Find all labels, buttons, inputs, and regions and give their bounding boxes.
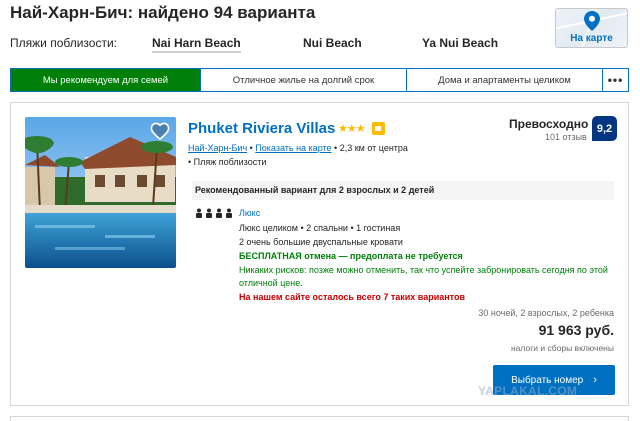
beach-nearby-line: • Пляж поблизости [188, 157, 266, 167]
nearby-beaches-label: Пляжи поблизости: [10, 36, 117, 50]
nearby-beaches-row: Пляжи поблизости: Nai Harn Beach Nui Bea… [10, 36, 550, 54]
watermark: YAPLAKAL.COM [478, 384, 578, 398]
favorite-heart-icon[interactable] [150, 122, 170, 140]
property-name-link[interactable]: Phuket Riviera Villas [188, 120, 335, 137]
review-count[interactable]: 101 отзыв [545, 132, 587, 142]
next-property-card-edge [10, 416, 629, 421]
show-on-map-link[interactable]: Показать на карте [255, 143, 331, 153]
person-icons [196, 208, 232, 218]
distance-from-center: 2,3 км от центра [339, 143, 408, 153]
review-score-badge[interactable]: 9,2 [592, 116, 617, 141]
more-tabs-button[interactable]: ••• [603, 69, 628, 91]
beach-filter-nui[interactable]: Nui Beach [303, 36, 362, 50]
recommended-text: Рекомендованный вариант для 2 взрослых и… [195, 185, 435, 195]
no-risk-note: Никаких рисков: позже можно отменить, та… [239, 265, 608, 288]
sort-tabs: Мы рекомендуем для семей Отличное жилье … [10, 68, 629, 92]
bed-info: 2 очень большие двуспальные кровати [239, 237, 403, 247]
location-link[interactable]: Най-Харн-Бич [188, 143, 247, 153]
beach-filter-ya-nui[interactable]: Ya Nui Beach [422, 36, 498, 50]
property-photo[interactable] [25, 117, 176, 268]
page-title: Най-Харн-Бич: найдено 94 варианта [10, 3, 316, 22]
occupancy-icon [195, 208, 235, 220]
property-card: Phuket Riviera Villas ★★★ Най-Харн-Бич •… [10, 102, 629, 406]
scarcity-message: На нашем сайте осталось всего 7 таких ва… [239, 292, 465, 302]
total-price: 91 963 руб. [538, 322, 614, 338]
show-map-button[interactable]: На карте [555, 8, 628, 48]
preferred-partner-icon [372, 122, 385, 135]
room-type-link[interactable]: Люкс [239, 208, 260, 218]
review-score-word: Превосходно [509, 117, 589, 131]
show-map-label: На карте [570, 33, 613, 44]
tab-entire-homes[interactable]: Дома и апартаменты целиком [407, 69, 603, 91]
taxes-note: налоги и сборы включены [510, 343, 614, 353]
room-details: Люкс целиком • 2 спальни • 1 гостиная [239, 223, 401, 233]
star-rating-icon: ★★★ [338, 123, 366, 135]
beach-nearby-text: Пляж поблизости [193, 157, 267, 167]
tab-recommended-families[interactable]: Мы рекомендуем для семей [11, 69, 201, 91]
tab-long-stay[interactable]: Отличное жилье на долгий срок [201, 69, 407, 91]
stay-summary: 30 ночей, 2 взрослых, 2 ребенка [478, 308, 614, 318]
beach-filter-nai-harn[interactable]: Nai Harn Beach [152, 36, 241, 53]
location-line: Най-Харн-Бич • Показать на карте • 2,3 к… [188, 143, 408, 153]
free-cancellation: БЕСПЛАТНАЯ отмена — предоплата не требуе… [239, 251, 463, 261]
chevron-right-icon: › [593, 374, 597, 386]
map-pin-icon [584, 11, 600, 31]
